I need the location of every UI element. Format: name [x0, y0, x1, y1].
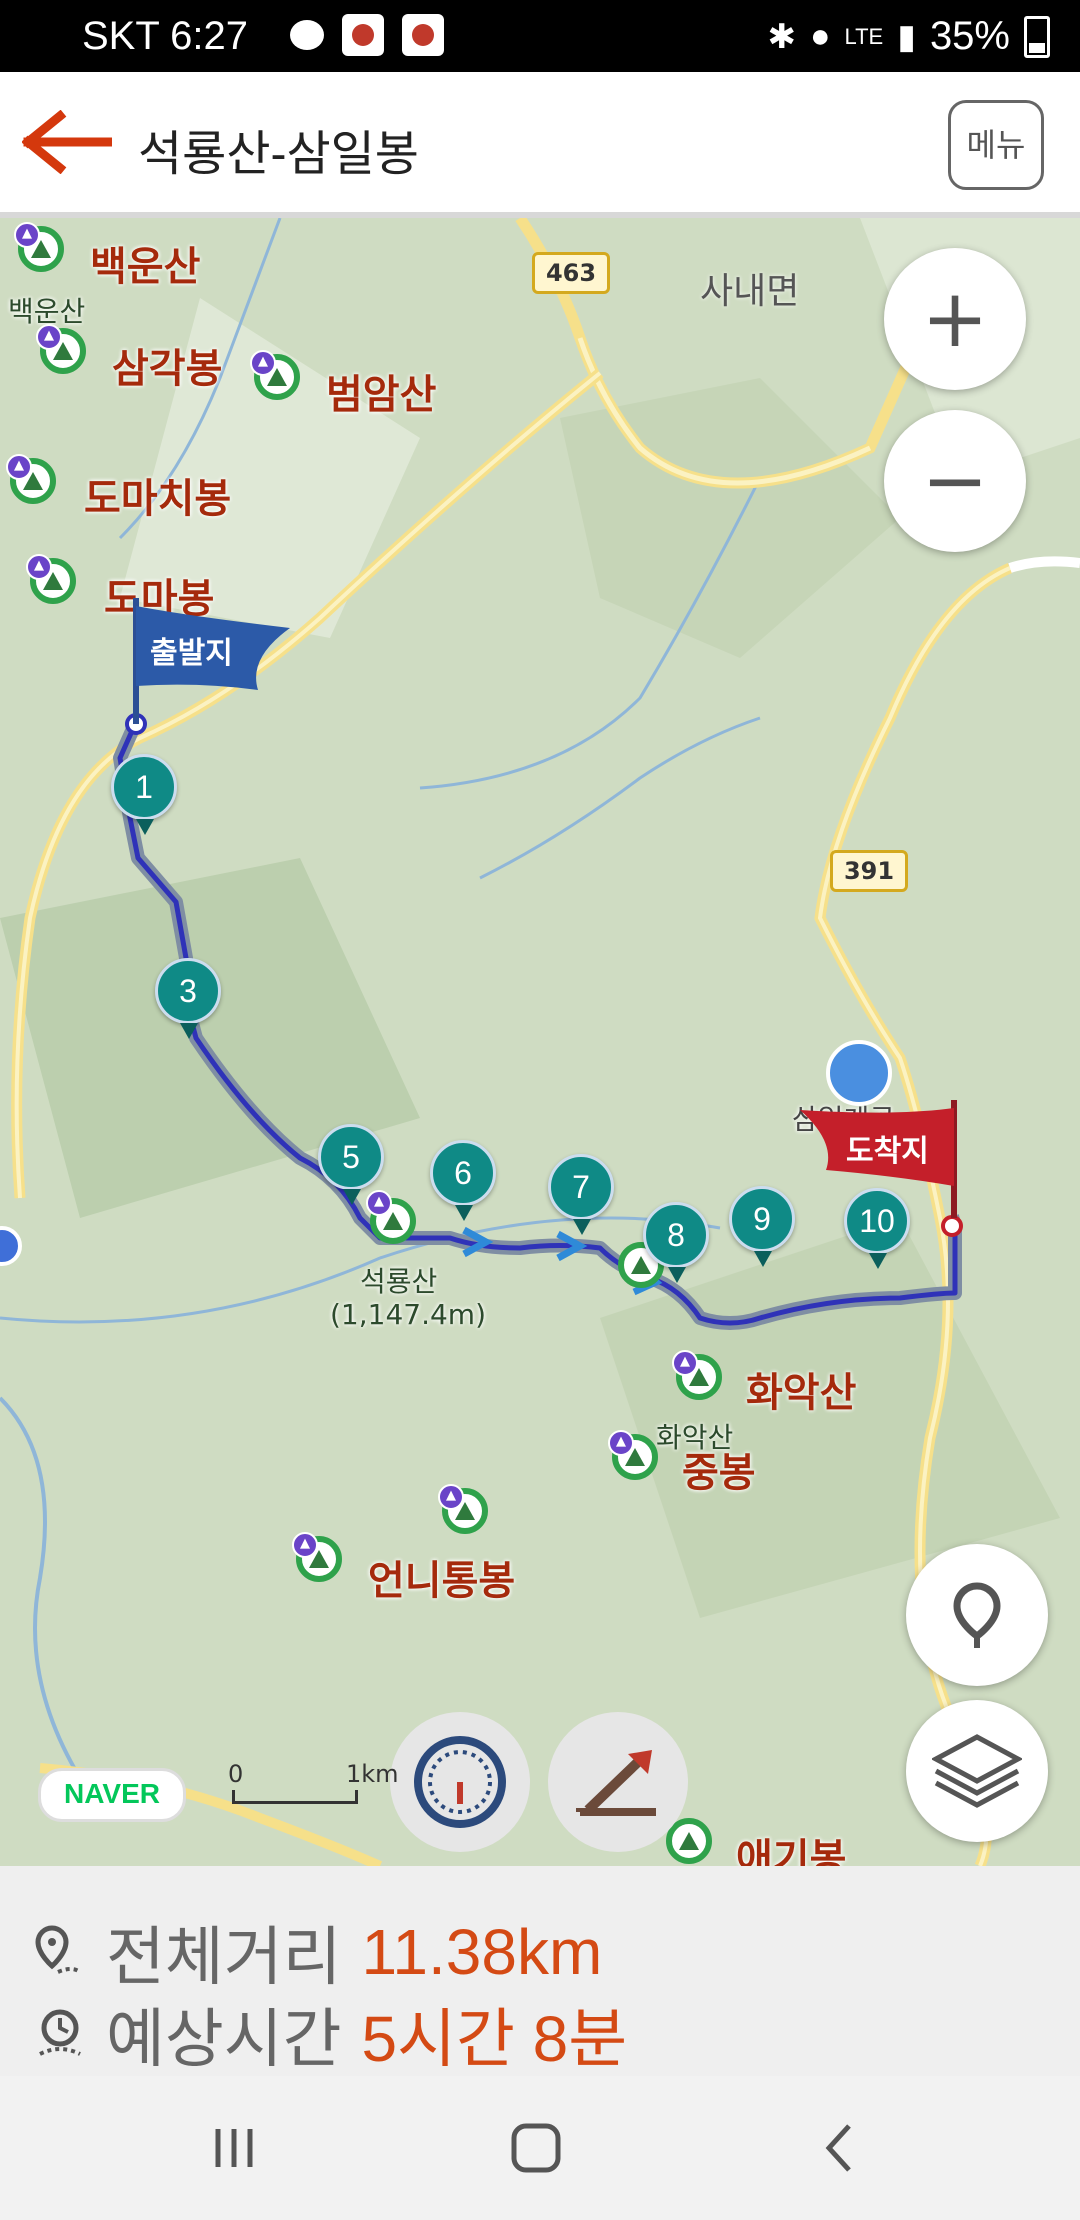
place-label-aegibong: 애기봉 [736, 1836, 847, 1866]
zoom-in-button[interactable]: + [884, 248, 1026, 390]
status-bar: SKT 6:27 ✱ ● LTE ▮ 35% [0, 0, 1080, 72]
app-notification-icon [342, 14, 384, 56]
speedometer-icon [414, 1736, 506, 1828]
carrier-time: SKT 6:27 [82, 14, 249, 58]
end-flag-label: 도착지 [846, 1134, 929, 1169]
plus-icon: + [921, 272, 989, 365]
home-button[interactable] [496, 2116, 576, 2180]
recent-apps-icon [215, 2129, 253, 2167]
place-label-hwaaksan: 화악산 [746, 1370, 857, 1416]
place-label-seokryongsan: 석룡산 [360, 1265, 438, 1298]
map-layers-button[interactable] [906, 1700, 1048, 1842]
app-header: 석룡산-삼일봉 메뉴 [0, 72, 1080, 218]
map-view[interactable]: 463 391 사내면 ▲ 백운산 백운산 ▲ 삼각봉 ▲ 범암산 ▲ 도마치봉… [0, 218, 1080, 1866]
distance-value: 11.38km [361, 1916, 603, 1988]
place-label-jungbong: 중봉 [682, 1450, 756, 1496]
system-icons: ✱ ● LTE ▮ 35% [767, 14, 1050, 59]
zoom-out-button[interactable]: − [884, 410, 1026, 552]
route-info-panel: 전체거리 11.38km 예상시간 5시간 8분 [0, 1866, 1080, 2076]
peak-info-icon: ▲ [36, 324, 62, 350]
place-label-eonnitongbong: 언니통봉 [368, 1558, 516, 1604]
chevron-left-icon [825, 2124, 851, 2172]
place-label-seokryongsan-height: (1,147.4m) [330, 1298, 486, 1331]
app-notification-icon [402, 14, 444, 56]
home-icon [511, 2123, 561, 2173]
road-number-badge: 391 [830, 850, 908, 892]
poi-valley-icon [826, 1040, 892, 1106]
peak-info-icon: ▲ [672, 1350, 698, 1376]
network-type: LTE [844, 23, 884, 49]
peak-info-icon: ▲ [366, 1190, 392, 1216]
time-row: 예상시간 5시간 8분 [32, 1988, 627, 2080]
waypoint-marker-10[interactable]: 10 [844, 1188, 910, 1269]
waypoint-marker-6[interactable]: 6 [430, 1140, 496, 1221]
time-value: 5시간 8분 [361, 2003, 628, 2075]
place-label-sanaemyeon: 사내면 [700, 271, 800, 312]
layers-icon [932, 1734, 1022, 1808]
speedometer-button[interactable] [390, 1712, 530, 1852]
map-scale-bar: 0 1km [228, 1760, 399, 1812]
peak-info-icon: ▲ [14, 222, 40, 248]
back-nav-button[interactable] [800, 2116, 880, 2180]
my-location-button[interactable] [906, 1544, 1048, 1686]
elevation-chart-icon [576, 1750, 656, 1816]
location-icon: ● [809, 17, 831, 55]
waypoint-marker-9[interactable]: 9 [729, 1186, 795, 1267]
location-pin-icon [953, 1582, 1001, 1648]
recent-apps-button[interactable] [194, 2116, 274, 2180]
peak-info-icon: ▲ [6, 454, 32, 480]
system-nav-bar [0, 2076, 1080, 2220]
page-title: 석룡산-삼일봉 [138, 128, 419, 181]
battery-percent: 35% [929, 14, 1010, 58]
naver-logo: NAVER [38, 1768, 186, 1822]
scale-line [232, 1790, 358, 1804]
place-label-baegunsan: 백운산 [90, 244, 201, 290]
scale-end-label: 1km [346, 1760, 399, 1788]
peak-info-icon: ▲ [438, 1484, 464, 1510]
start-flag-label: 출발지 [150, 636, 233, 671]
road-number-badge: 463 [532, 252, 610, 294]
signal-icon: ▮ [897, 17, 916, 56]
waypoint-marker-1[interactable]: 1 [111, 754, 177, 835]
waypoint-marker-7[interactable]: 7 [548, 1154, 614, 1235]
arrow-left-icon [21, 109, 113, 175]
scale-start-label: 0 [228, 1760, 244, 1788]
notification-icons [290, 14, 444, 56]
back-button[interactable] [21, 109, 113, 175]
battery-icon [1024, 15, 1050, 58]
place-label-samgakbong: 삼각봉 [112, 346, 223, 392]
place-label-domachibong: 도마치봉 [84, 476, 232, 522]
distance-label: 전체거리 [106, 1921, 342, 1993]
route-time-icon [39, 2009, 81, 2056]
peak-info-icon: ▲ [292, 1532, 318, 1558]
menu-button[interactable]: 메뉴 [948, 100, 1044, 190]
bluetooth-icon: ✱ [767, 17, 796, 56]
peak-info-icon: ▲ [26, 554, 52, 580]
waypoint-marker-3[interactable]: 3 [155, 958, 221, 1039]
message-icon [290, 20, 324, 50]
waypoint-marker-5[interactable]: 5 [318, 1124, 384, 1205]
peak-info-icon: ▲ [608, 1430, 634, 1456]
distance-row: 전체거리 11.38km [32, 1906, 602, 1998]
place-label-beomamsan: 범암산 [326, 372, 437, 418]
time-label: 예상시간 [106, 2003, 342, 2075]
minus-icon: − [921, 434, 989, 527]
waypoint-marker-8[interactable]: 8 [643, 1202, 709, 1283]
route-distance-icon [35, 1925, 82, 1974]
peak-info-icon: ▲ [250, 350, 276, 376]
elevation-profile-button[interactable] [548, 1712, 688, 1852]
